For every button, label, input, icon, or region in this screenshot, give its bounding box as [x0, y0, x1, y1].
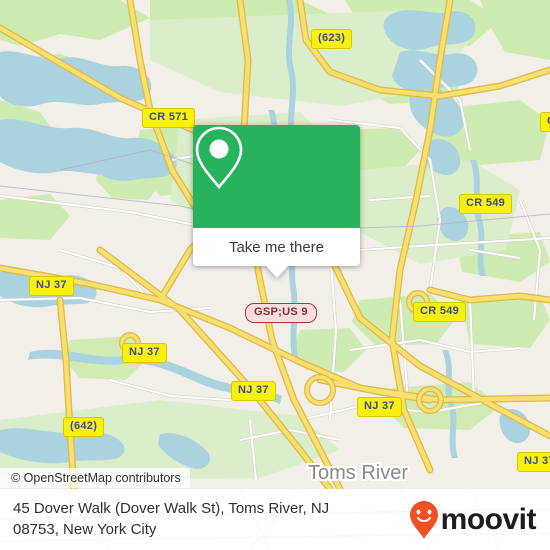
road-shield-nj37-d[interactable]: NJ 37	[357, 397, 402, 417]
road-shield-nj37-c[interactable]: NJ 37	[231, 381, 276, 401]
address-line-2: 08753, New York City	[13, 520, 157, 538]
road-shield-623[interactable]: (623)	[311, 29, 353, 49]
address-line-1: 45 Dover Walk (Dover Walk St), Toms Rive…	[13, 500, 330, 518]
popup-pointer	[265, 266, 288, 278]
road-shield-642[interactable]: (642)	[63, 417, 105, 437]
take-me-there-button[interactable]: Take me there	[193, 228, 360, 266]
road-shield-edge-right[interactable]: C	[540, 112, 550, 132]
location-popup[interactable]: Take me there	[193, 125, 360, 278]
popup-image-area	[193, 125, 360, 228]
road-shield-nj37-e[interactable]: NJ 37	[517, 452, 550, 472]
map-screenshot-root: (623) CR 571 CR 549 CR 549 GSP;US 9 NJ 3…	[0, 0, 550, 550]
osm-attribution[interactable]: © OpenStreetMap contributors	[0, 468, 190, 488]
moovit-pin-smiley-icon	[409, 500, 438, 539]
road-shield-nj37-b[interactable]: NJ 37	[122, 343, 167, 363]
road-shield-cr549-top[interactable]: CR 549	[459, 194, 513, 214]
map-canvas[interactable]: (623) CR 571 CR 549 CR 549 GSP;US 9 NJ 3…	[0, 0, 550, 489]
address-text: 45 Dover Walk (Dover Walk St), Toms Rive…	[13, 499, 329, 540]
road-shield-nj37-a[interactable]: NJ 37	[29, 276, 74, 296]
take-me-there-label: Take me there	[228, 238, 325, 256]
address-footer: 45 Dover Walk (Dover Walk St), Toms Rive…	[0, 489, 550, 550]
moovit-wordmark: moovit	[440, 502, 537, 536]
moovit-logo[interactable]: moovit	[409, 500, 537, 540]
road-shield-cr571[interactable]: CR 571	[142, 108, 196, 128]
road-shield-cr549-mid[interactable]: CR 549	[413, 302, 467, 322]
road-shield-gsp-us9[interactable]: GSP;US 9	[245, 303, 317, 323]
place-label-toms-river: Toms River	[308, 462, 409, 484]
map-pin-icon	[195, 126, 243, 190]
